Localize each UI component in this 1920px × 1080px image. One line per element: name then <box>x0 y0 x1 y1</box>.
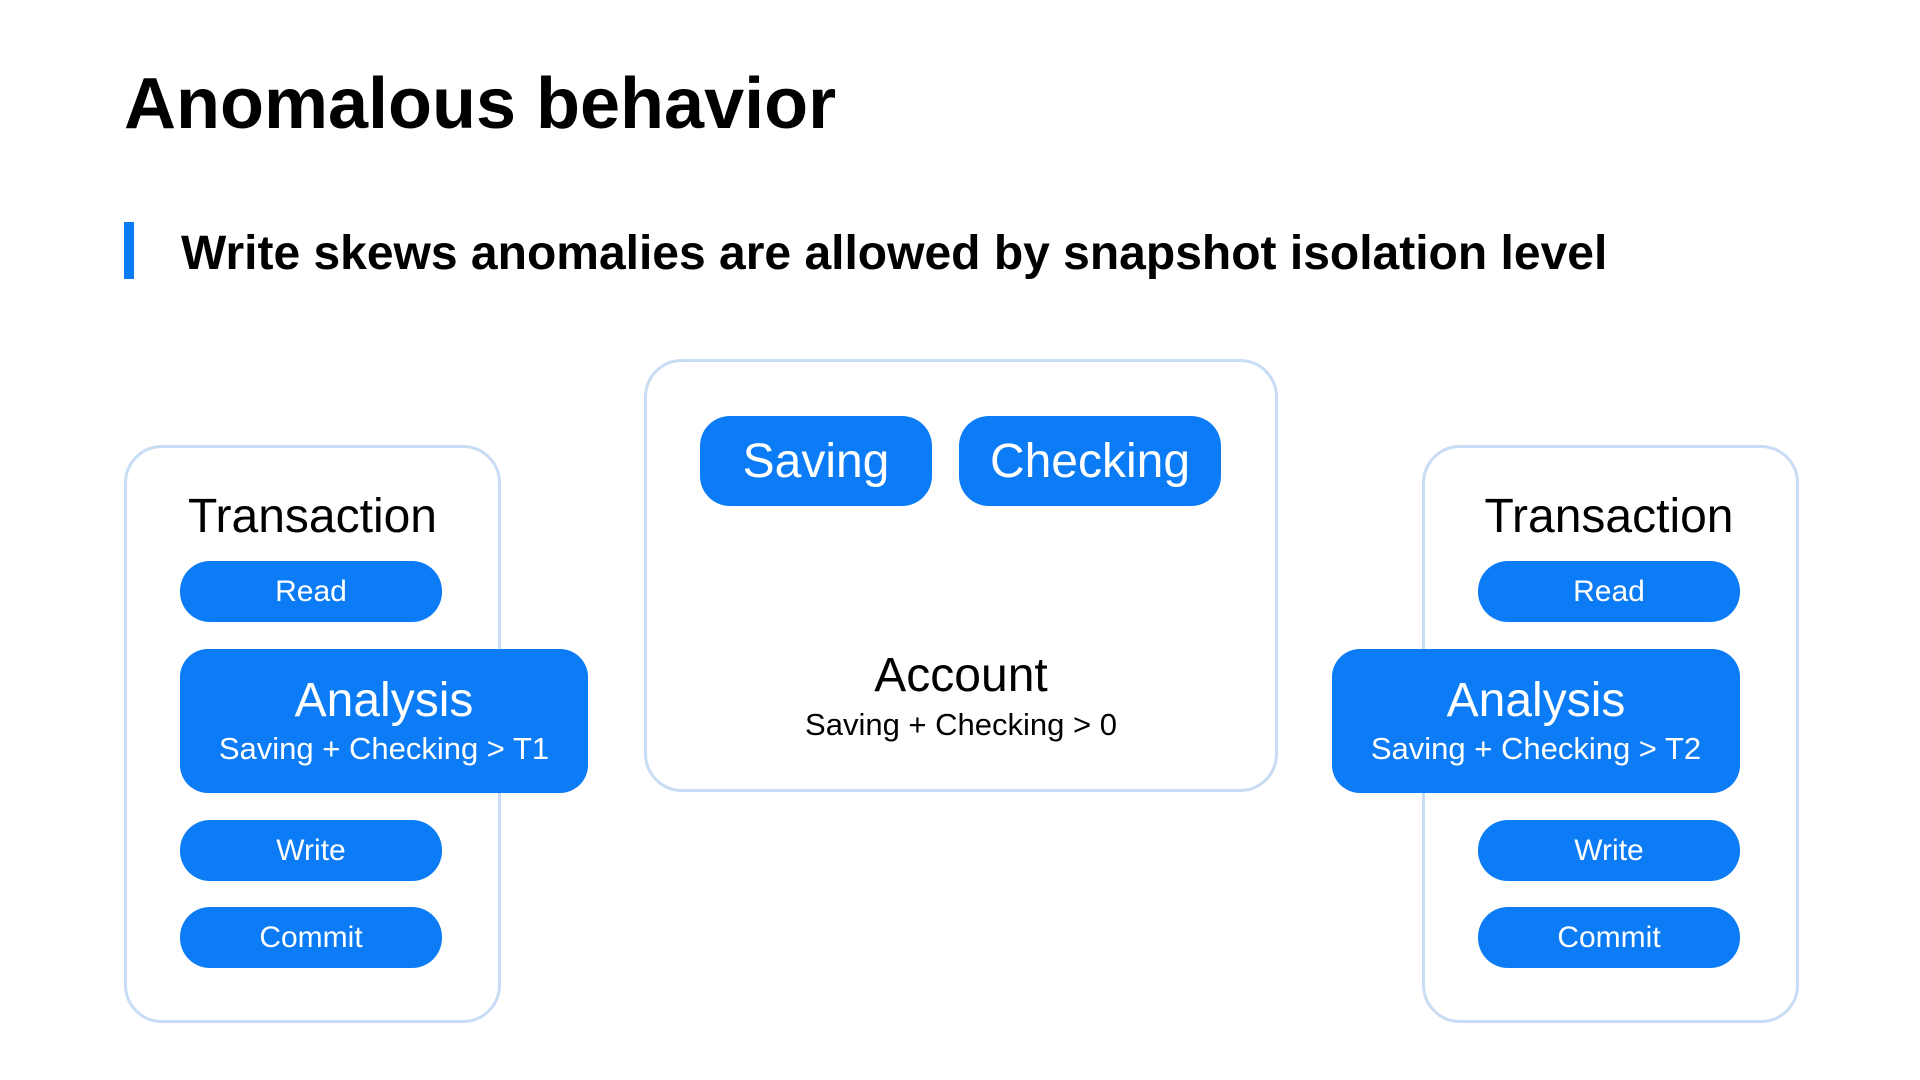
slide-title: Anomalous behavior <box>124 64 837 144</box>
analysis-title-right: Analysis <box>1446 674 1626 727</box>
step-write-left: Write <box>180 820 442 881</box>
step-commit-left: Commit <box>180 907 442 968</box>
analysis-title-left: Analysis <box>294 674 474 727</box>
account-field-saving: Saving <box>700 416 932 506</box>
account-title: Account <box>874 649 1048 702</box>
step-read-right: Read <box>1478 561 1740 622</box>
transaction-label-right: Transaction <box>1484 490 1734 543</box>
step-commit-right: Commit <box>1478 907 1740 968</box>
analysis-condition-right: Saving + Checking > T2 <box>1370 731 1702 766</box>
slide-subtitle: Write skews anomalies are allowed by sna… <box>181 227 1608 280</box>
analysis-block-left: Analysis Saving + Checking > T1 <box>180 649 588 793</box>
subtitle-accent-bar <box>124 222 134 279</box>
step-read-left: Read <box>180 561 442 622</box>
step-write-right: Write <box>1478 820 1740 881</box>
analysis-condition-left: Saving + Checking > T1 <box>218 731 550 766</box>
transaction-label-left: Transaction <box>188 490 437 543</box>
account-field-checking: Checking <box>959 416 1221 506</box>
account-constraint: Saving + Checking > 0 <box>805 707 1117 742</box>
analysis-block-right: Analysis Saving + Checking > T2 <box>1332 649 1740 793</box>
